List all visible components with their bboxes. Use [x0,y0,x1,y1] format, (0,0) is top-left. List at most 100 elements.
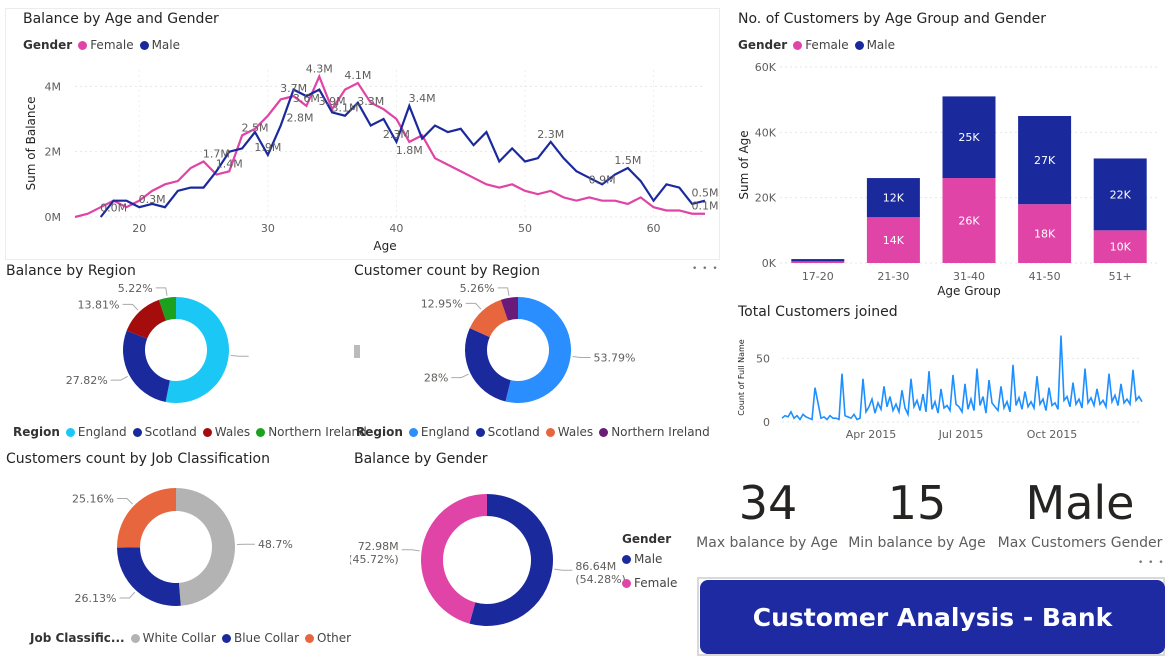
female-dot [793,40,803,50]
balance-region-donut[interactable]: 27.82% 13.81% 5.22% [0,280,345,420]
legend-dot [132,427,142,437]
donut-slice-scotland [465,328,511,402]
data-label: 0.0M [100,201,127,214]
job-class-donut[interactable]: 48.7% 26.13% 25.16% [0,470,345,625]
kpi-max-customers-gender-value: Male [1025,476,1135,530]
data-label: 0.1M [692,200,718,213]
kpi-max-balance-age-value: 34 [738,476,798,530]
x-tick-label: 31-40 [953,270,985,283]
total-customers-chart[interactable]: 0 50 Count of Full Name Apr 2015 Jul 2015 Oct… [730,325,1160,445]
y-tick-label: 60K [755,61,777,74]
balance-region-legend-item-scotland[interactable]: Scotland [132,425,197,439]
data-label: 2.3M [383,128,410,141]
leader-line [230,354,249,357]
male-dot [139,40,149,50]
more-options-icon[interactable]: • • • [692,264,719,274]
y-tick-label: 4M [45,80,62,93]
slice-label: 26.13% [75,592,117,605]
x-tick-label: 30 [261,222,275,235]
legend-label: England [77,425,127,439]
legend-label: Scotland [487,425,540,439]
female-dot [622,578,631,588]
legend-label: England [420,425,470,439]
customer-region-legend-item-wales[interactable]: Wales [545,425,593,439]
x-tick-label: 50 [518,222,532,235]
data-label: 1.8M [396,144,423,157]
dashboard-title-banner[interactable]: Customer Analysis - Bank [700,580,1165,654]
series-line [781,335,1143,421]
leader-line [465,302,482,310]
slice-label: 27.82% [66,374,108,387]
slice-label-pct: (54.28%) [575,573,626,586]
bar-label: 26K [958,215,980,228]
data-label: 3.3M [357,95,384,108]
female-dot [78,40,88,50]
legend-title: Gender [23,38,73,52]
customer-region-legend-item-england[interactable]: England [408,425,470,439]
x-tick-label: Oct 2015 [1027,428,1078,441]
more-options-icon[interactable]: • • • [1138,558,1165,568]
bar-label: 12K [883,192,905,205]
donut-slice-wales [126,299,167,339]
job-class-legend-item-other[interactable]: Other [305,631,351,645]
balance-region-legend-item-england[interactable]: England [65,425,127,439]
legend-dot [408,427,418,437]
x-tick-label: 40 [389,222,403,235]
customers-age-chart[interactable]: 0K 20K 40K 60K Sum of Age 17-20 14K 12K 21-30 26K… [728,55,1162,300]
x-tick-label: 41-50 [1029,270,1061,283]
bar-label: 10K [1110,241,1132,254]
kpi-max-customers-gender-label: Max Customers Gender [997,535,1163,551]
balance-region-legend-item-northern-ireland[interactable]: Northern Ireland [256,425,367,439]
legend-title: Gender [622,532,672,546]
bar-male [791,259,845,262]
data-label: 3.4M [409,92,436,105]
slice-label: 86.64M [575,560,616,573]
y-tick-label: 50 [756,352,770,365]
job-class-title: Customers count by Job Classification [6,451,270,467]
balance-age-legend: Gender Female Male [23,38,180,52]
customer-region-title: Customer count by Region [354,263,540,279]
customer-region-legend-item-scotland[interactable]: Scotland [475,425,540,439]
balance-age-chart[interactable]: 0M 2M 4M 20 30 40 50 60 Age Sum of Balance 0.0M 0.3… [5,60,718,258]
legend-dot [475,427,485,437]
legend-item-female[interactable]: Female [793,38,849,52]
customer-region-legend-item-northern-ireland[interactable]: Northern Ireland [599,425,710,439]
y-tick-label: 20K [755,192,777,205]
y-axis-label: Sum of Age [737,130,751,199]
legend-label-male: Male [866,38,896,52]
x-tick-label: Apr 2015 [846,428,897,441]
data-label: 0.5M [692,187,718,200]
legend-label-female: Female [805,38,849,52]
slice-label: 25.16% [72,492,114,505]
legend-label: White Collar [142,631,216,645]
bar-female [791,261,845,263]
customer-region-donut[interactable]: 53.79% 28% 12.95% 5.26% [350,280,695,420]
leader-line [572,356,591,358]
job-class-legend-item-white-collar[interactable]: White Collar [130,631,216,645]
leader-line [119,591,136,599]
legend-item-male[interactable]: Male [854,38,896,52]
slice-label: 28% [424,372,448,385]
legend-item-female[interactable]: Female [78,38,134,52]
bar-label: 25K [958,131,980,144]
legend-title: Region [13,425,60,439]
leader-line [497,287,510,296]
legend-item-male[interactable]: Male [139,38,180,52]
slice-label: 13.81% [78,298,120,311]
y-tick-label: 40K [755,126,777,139]
x-axis-label: Age [373,239,396,253]
balance-gender-title: Balance by Gender [354,451,488,467]
balance-region-legend-item-wales[interactable]: Wales [202,425,250,439]
legend-dot [221,633,231,643]
leader-line [401,549,420,552]
legend-label: Blue Collar [233,631,300,645]
legend-dot [202,427,212,437]
bar-label: 14K [883,234,905,247]
legend-item-male[interactable]: Male [622,552,662,566]
donut-slice-other [117,488,176,548]
data-label: 0.9M [589,174,616,187]
legend-item-female[interactable]: Female [622,576,677,590]
slice-label: 12.95% [421,297,463,310]
job-class-legend-item-blue-collar[interactable]: Blue Collar [221,631,300,645]
x-tick-label: 60 [647,222,661,235]
